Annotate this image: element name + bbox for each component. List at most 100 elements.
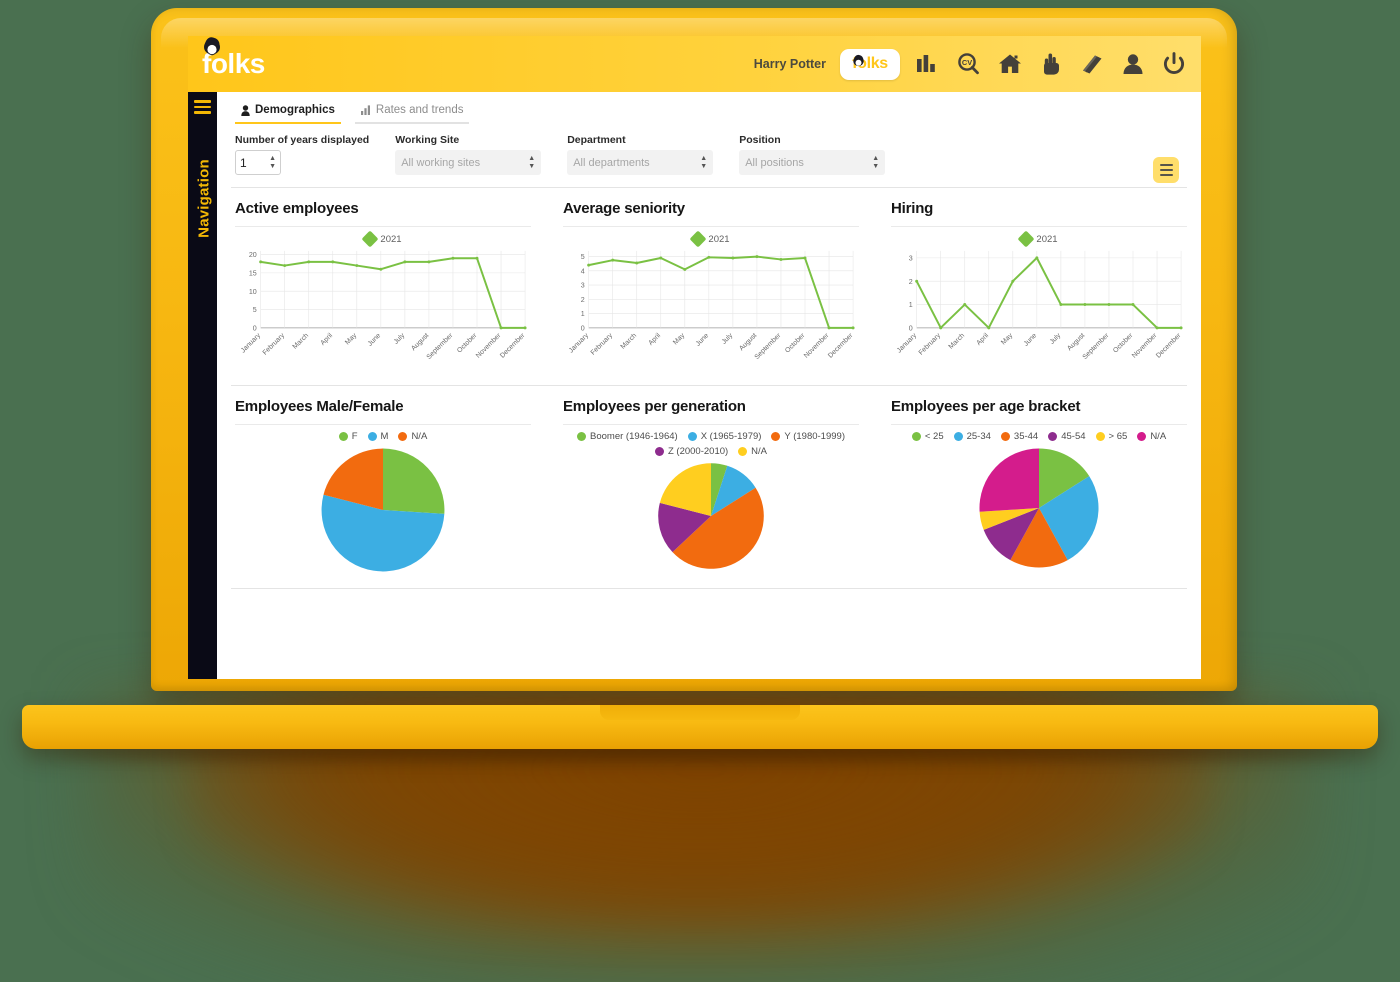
bar-chart-icon[interactable] bbox=[914, 51, 941, 78]
legend-item[interactable]: Boomer (1946-1964) bbox=[577, 431, 678, 442]
legend-item[interactable]: N/A bbox=[1137, 431, 1166, 442]
legend-item[interactable]: Y (1980-1999) bbox=[771, 431, 845, 442]
laptop-base bbox=[22, 705, 1378, 749]
svg-text:June: June bbox=[367, 332, 383, 348]
position-select[interactable]: All positions ▲ ▼ bbox=[739, 150, 886, 175]
svg-text:1: 1 bbox=[581, 310, 585, 318]
svg-text:October: October bbox=[1112, 332, 1135, 355]
legend-item[interactable]: Z (2000-2010) bbox=[654, 446, 729, 458]
legend-item[interactable]: F bbox=[338, 431, 358, 443]
filter-working-site-label: Working Site bbox=[395, 134, 460, 146]
svg-text:15: 15 bbox=[249, 269, 257, 277]
chevron-updown-icon[interactable]: ▲ ▼ bbox=[528, 155, 535, 170]
home-icon[interactable] bbox=[996, 51, 1023, 78]
svg-text:3: 3 bbox=[581, 282, 585, 290]
svg-text:March: March bbox=[292, 332, 311, 351]
svg-text:May: May bbox=[672, 332, 687, 347]
svg-text:2: 2 bbox=[581, 296, 585, 304]
pie-slice[interactable] bbox=[979, 448, 1039, 512]
pie-wrap bbox=[891, 446, 1187, 570]
user-icon[interactable] bbox=[1119, 51, 1146, 78]
legend-item-label: 35-44 bbox=[1013, 431, 1039, 443]
chart-title-divider bbox=[891, 424, 1187, 426]
svg-text:3: 3 bbox=[909, 254, 913, 262]
tab-demographics-label: Demographics bbox=[255, 104, 335, 116]
department-select[interactable]: All departments ▲ ▼ bbox=[567, 150, 714, 175]
laptop-screen: folks Harry Potter folks CV Navigation D… bbox=[188, 36, 1201, 679]
chart-card-active-employees: Active employees 2021 0 5 10 15 20 January Feb… bbox=[217, 200, 545, 381]
power-icon[interactable] bbox=[1160, 51, 1187, 78]
brand-logo[interactable]: folks bbox=[202, 37, 265, 78]
pie-chart-svg bbox=[321, 448, 445, 572]
sidebar-label[interactable]: Navigation bbox=[196, 139, 213, 259]
svg-text:0: 0 bbox=[909, 324, 913, 332]
filter-years-label: Number of years displayed bbox=[235, 134, 370, 146]
working-site-select[interactable]: All working sites ▲ ▼ bbox=[395, 150, 542, 175]
svg-text:April: April bbox=[975, 332, 990, 347]
legend-dot-icon bbox=[771, 432, 781, 442]
svg-text:1: 1 bbox=[909, 301, 913, 309]
filter-position-label: Position bbox=[739, 134, 781, 146]
legend-item-label: N/A bbox=[751, 446, 768, 458]
folks-logo-button[interactable]: folks bbox=[840, 48, 900, 80]
chevron-updown-icon[interactable]: ▲ ▼ bbox=[700, 155, 707, 170]
laptop-base-notch bbox=[600, 705, 800, 720]
line-chart-svg: 0 5 10 15 20 January February March April May June… bbox=[240, 250, 527, 361]
legend-item-label: N/A bbox=[1150, 431, 1167, 443]
legend-dot-icon bbox=[1137, 432, 1147, 442]
tab-demographics[interactable]: Demographics bbox=[235, 100, 341, 124]
chevron-updown-icon[interactable]: ▲ ▼ bbox=[872, 155, 879, 170]
tab-rates-and-trends[interactable]: Rates and trends bbox=[354, 100, 470, 124]
legend-dot-icon bbox=[1048, 432, 1058, 442]
pie-wrap bbox=[563, 461, 859, 571]
svg-text:September: September bbox=[754, 332, 783, 361]
svg-text:June: June bbox=[1023, 332, 1039, 348]
menu-icon[interactable] bbox=[194, 100, 211, 117]
svg-text:December: December bbox=[499, 332, 527, 360]
pie-slice[interactable] bbox=[383, 448, 445, 514]
svg-text:2: 2 bbox=[909, 278, 913, 286]
chart-title: Active employees bbox=[235, 200, 359, 217]
legend-item-label: Z (2000-2010) bbox=[667, 446, 729, 458]
folks-head-icon bbox=[204, 37, 220, 56]
legend-item-label: F bbox=[351, 431, 358, 443]
hand-pointer-icon[interactable] bbox=[1037, 51, 1064, 78]
svg-text:4: 4 bbox=[581, 267, 585, 275]
legend-item[interactable]: < 25 bbox=[911, 431, 944, 442]
legend-label: 2021 bbox=[708, 233, 730, 245]
years-stepper[interactable]: 1 ▲ ▼ bbox=[235, 150, 281, 175]
screenshot-stage: folks Harry Potter folks CV Navigation D… bbox=[0, 0, 1400, 982]
line-chart-svg: 0 1 2 3 4 5 January February March April May June Ju… bbox=[568, 250, 855, 361]
legend-item[interactable]: 35-44 bbox=[1000, 431, 1039, 443]
cv-search-icon[interactable]: CV bbox=[955, 51, 982, 78]
legend-item[interactable]: N/A bbox=[738, 446, 767, 457]
options-menu-button[interactable] bbox=[1153, 157, 1179, 183]
tab-bar: Demographics Rates and trends bbox=[217, 92, 1201, 124]
chart-title: Employees Male/Female bbox=[235, 398, 404, 416]
stepper-arrows-icon[interactable]: ▲ ▼ bbox=[269, 155, 276, 170]
svg-text:July: July bbox=[1049, 332, 1063, 346]
tab-rates-and-trends-label: Rates and trends bbox=[375, 104, 464, 116]
legend-item-label: > 65 bbox=[1108, 431, 1128, 443]
chart-title-divider bbox=[563, 424, 859, 426]
legend-item[interactable]: N/A bbox=[398, 431, 427, 442]
svg-text:5: 5 bbox=[581, 253, 585, 261]
legend-item[interactable]: M bbox=[367, 431, 389, 443]
book-icon[interactable] bbox=[1078, 51, 1105, 78]
legend-item[interactable]: 45-54 bbox=[1048, 431, 1086, 442]
svg-text:September: September bbox=[426, 332, 455, 361]
legend-item[interactable]: 25-34 bbox=[953, 431, 991, 442]
svg-text:September: September bbox=[1082, 332, 1111, 361]
chart-title-divider bbox=[235, 226, 531, 227]
svg-text:February: February bbox=[262, 332, 287, 357]
filter-department-label: Department bbox=[567, 134, 626, 146]
chart-title: Average seniority bbox=[563, 200, 685, 217]
svg-text:5: 5 bbox=[253, 306, 257, 314]
legend-item[interactable]: X (1965-1979) bbox=[687, 431, 761, 442]
position-select-value: All positions bbox=[745, 156, 804, 169]
svg-text:20: 20 bbox=[249, 251, 257, 259]
legend-item-label: M bbox=[380, 431, 389, 443]
legend-item[interactable]: > 65 bbox=[1095, 431, 1128, 443]
working-site-select-value: All working sites bbox=[401, 156, 481, 169]
svg-text:October: October bbox=[456, 332, 479, 355]
